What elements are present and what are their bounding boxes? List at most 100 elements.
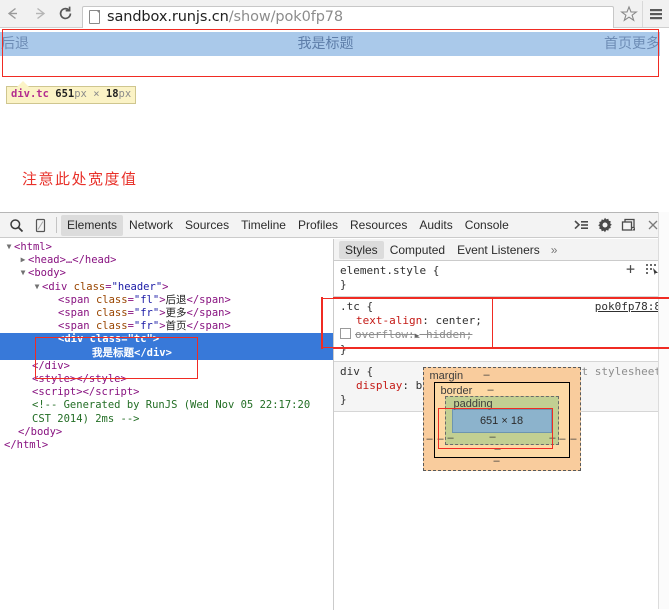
twisty-open-icon[interactable]: ▼ xyxy=(4,240,14,253)
dom-row-selected[interactable]: 我是标题</div> xyxy=(0,346,333,360)
rule-source-link[interactable]: pok0fp78:8 xyxy=(595,300,661,314)
header-right-links[interactable]: 首页更多 xyxy=(604,32,660,56)
box-model-padding[interactable]: padding – – – 651 × 18 xyxy=(444,396,559,445)
border-top-value[interactable]: – xyxy=(488,385,494,396)
tab-resources[interactable]: Resources xyxy=(344,215,413,236)
dom-row[interactable]: ▼ <div class="header"> xyxy=(0,281,333,294)
twisty-open-icon[interactable]: ▼ xyxy=(18,266,28,279)
dom-comment-line2: CST 2014) 2ms --> xyxy=(32,412,140,425)
dom-tree-pane[interactable]: ▼ <html> ▶ <head>…</head> ▼ <body> ▼ <div cl… xyxy=(0,239,334,610)
back-button[interactable] xyxy=(0,1,26,27)
tab-network[interactable]: Network xyxy=(123,215,179,236)
arrow-right-icon xyxy=(35,7,45,20)
tab-console[interactable]: Console xyxy=(459,215,515,236)
dom-row[interactable]: CST 2014) 2ms --> xyxy=(0,413,333,426)
tab-timeline[interactable]: Timeline xyxy=(235,215,292,236)
dom-row[interactable]: <script></script> xyxy=(0,386,333,399)
tab-computed[interactable]: Computed xyxy=(384,241,451,259)
padding-right-value[interactable]: – xyxy=(549,433,555,444)
dom-attr-class: class xyxy=(73,280,106,293)
rule-element-style[interactable]: element.style { + } xyxy=(334,261,669,297)
dom-row[interactable]: </div> xyxy=(0,360,333,373)
property-text-align[interactable]: text-align: center; xyxy=(340,314,663,328)
bookmark-button[interactable] xyxy=(616,1,642,27)
toolbar-divider xyxy=(56,217,57,233)
chrome-menu-button[interactable] xyxy=(642,0,669,27)
dom-tag-style: <style></style> xyxy=(32,373,127,386)
tab-audits[interactable]: Audits xyxy=(413,215,458,236)
settings-button[interactable] xyxy=(593,214,617,236)
dock-position-button[interactable] xyxy=(617,214,641,236)
devtools-panel: Elements Network Sources Timeline Profil… xyxy=(0,212,669,610)
padding-left-value[interactable]: – xyxy=(448,433,454,444)
rendered-page-header: 后退 我是标题 首页更多 xyxy=(0,32,660,56)
tab-elements[interactable]: Elements xyxy=(61,214,124,236)
star-icon xyxy=(620,5,638,22)
dom-text-home: 首页 xyxy=(165,320,187,333)
console-drawer-icon xyxy=(574,220,588,230)
tab-event-listeners[interactable]: Event Listeners xyxy=(451,241,546,259)
dom-row[interactable]: <style></style> xyxy=(0,373,333,386)
device-mode-button[interactable] xyxy=(28,214,52,236)
box-model-border[interactable]: border – – – – padding – – – 651 × 18 xyxy=(433,382,570,458)
styles-tab-bar: Styles Computed Event Listeners » xyxy=(334,239,669,261)
box-model-wrapper: margin – – – – border – – – – padding – xyxy=(334,367,669,471)
tab-sources[interactable]: Sources xyxy=(179,215,235,236)
dom-closetag-html: </html> xyxy=(4,439,49,452)
border-right-value[interactable]: – xyxy=(559,434,565,445)
forward-button[interactable] xyxy=(26,1,52,27)
dom-attr-class: class xyxy=(95,307,128,320)
dom-attr-class: class xyxy=(95,320,128,333)
dom-row[interactable]: <span class="fr">更多</span> xyxy=(0,307,333,320)
rule-tc[interactable]: .tc { pok0fp78:8 text-align: center; ove… xyxy=(334,297,669,362)
annotation-note-text: 注意此处宽度值 xyxy=(22,170,138,188)
dom-row[interactable]: </html> xyxy=(0,439,333,452)
dom-row[interactable]: ▼ <html> xyxy=(0,241,333,254)
page-document-icon xyxy=(89,10,100,24)
property-name: overflow xyxy=(355,328,408,341)
margin-right-value[interactable]: – xyxy=(570,434,576,445)
twisty-closed-icon[interactable]: ▶ xyxy=(18,253,28,266)
border-left-value[interactable]: – xyxy=(438,434,444,445)
border-bottom-value[interactable]: – xyxy=(495,444,501,455)
dom-tag-script: <script></script> xyxy=(32,386,140,399)
tooltip-times: × xyxy=(93,88,100,100)
margin-left-value[interactable]: – xyxy=(427,434,433,445)
dom-row-selected[interactable]: <div class="tc"> xyxy=(0,333,333,347)
styles-more-tabs-icon[interactable]: » xyxy=(546,243,558,257)
header-title-div: 我是标题 xyxy=(297,36,354,52)
dom-closetag-span: span xyxy=(199,320,225,333)
page-viewport: 后退 我是标题 首页更多 div.tc 651px × 18px 注意此处宽度值 xyxy=(0,28,669,212)
dom-row[interactable]: </body> xyxy=(0,426,333,439)
plus-icon[interactable]: + xyxy=(626,262,635,277)
dom-tag-body: <body> xyxy=(28,267,66,280)
padding-bottom-value[interactable]: – xyxy=(490,432,496,443)
property-overflow-disabled[interactable]: overflow:▶ hidden; xyxy=(340,328,663,343)
dom-row[interactable]: <span class="fl">后退</span> xyxy=(0,294,333,307)
margin-top-value[interactable]: – xyxy=(484,370,490,381)
devtools-vertical-scrollbar[interactable] xyxy=(658,212,669,609)
inspect-element-button[interactable] xyxy=(4,214,28,236)
rule-close-brace: } xyxy=(340,343,347,356)
reload-button[interactable] xyxy=(52,1,78,27)
dom-row[interactable]: <span class="fr">首页</span> xyxy=(0,320,333,333)
box-model-margin[interactable]: margin – – – – border – – – – padding – xyxy=(422,367,581,471)
browser-toolbar: sandbox.runjs.cn/show/pok0fp78 xyxy=(0,0,669,28)
property-enable-checkbox[interactable] xyxy=(340,328,351,339)
box-model-content[interactable]: 651 × 18 xyxy=(451,409,552,433)
address-bar[interactable]: sandbox.runjs.cn/show/pok0fp78 xyxy=(82,5,614,28)
tab-styles[interactable]: Styles xyxy=(339,240,384,259)
property-value[interactable]: : center; xyxy=(422,314,482,327)
console-drawer-button[interactable] xyxy=(569,214,593,236)
dom-row[interactable]: ▼ <body> xyxy=(0,267,333,280)
dom-closetag-span: span xyxy=(199,307,225,320)
tooltip-width-unit: px xyxy=(74,88,87,100)
device-toggle-icon xyxy=(35,218,45,232)
dom-tag-div-header: div xyxy=(48,280,68,293)
dom-row[interactable]: <!-- Generated by RunJS (Wed Nov 05 22:1… xyxy=(0,399,333,412)
dom-row[interactable]: ▶ <head>…</head> xyxy=(0,254,333,267)
dom-val-fl: "fl" xyxy=(133,293,160,306)
reload-icon xyxy=(59,6,71,20)
tab-profiles[interactable]: Profiles xyxy=(292,215,344,236)
twisty-open-icon[interactable]: ▼ xyxy=(32,280,42,293)
